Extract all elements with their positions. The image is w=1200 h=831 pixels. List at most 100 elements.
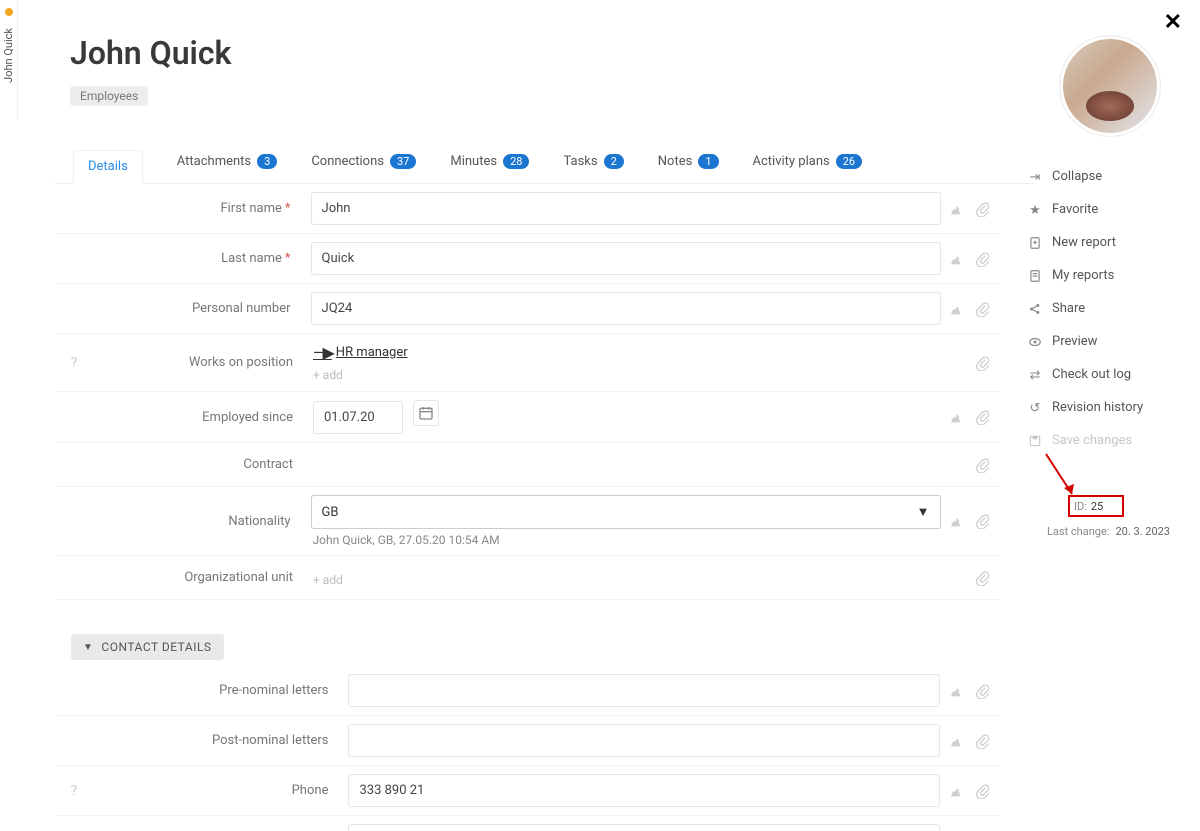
- history-icon[interactable]: [948, 733, 964, 749]
- row-first-name: First name*: [55, 184, 1000, 234]
- pre-nominal-input[interactable]: [348, 674, 940, 707]
- history-icon[interactable]: [948, 683, 964, 699]
- tab-label: Attachments: [177, 154, 251, 169]
- history-clock-icon: ↺: [1028, 401, 1042, 415]
- mobile-input[interactable]: [348, 824, 940, 831]
- post-nominal-input[interactable]: [348, 724, 940, 757]
- tab-attachments[interactable]: Attachments 3: [177, 150, 278, 183]
- tab-label: Activity plans: [753, 154, 830, 169]
- last-change-text: Last change: 20. 3. 2023: [1047, 525, 1170, 538]
- action-checkout-log[interactable]: ⇄Check out log: [1024, 358, 1184, 391]
- chevron-down-icon: ▼: [917, 504, 930, 520]
- add-org-unit-link[interactable]: + add: [313, 573, 343, 587]
- action-share[interactable]: Share: [1024, 292, 1184, 325]
- action-favorite[interactable]: ★Favorite: [1024, 193, 1184, 226]
- attachment-icon[interactable]: [974, 683, 990, 699]
- field-label: Nationality: [93, 514, 311, 529]
- tab-count-badge: 3: [257, 154, 277, 169]
- action-collapse[interactable]: ⇥Collapse: [1024, 160, 1184, 193]
- tab-notes[interactable]: Notes 1: [658, 150, 719, 183]
- attachment-icon[interactable]: [974, 457, 990, 473]
- row-pre-nominal: Pre-nominal letters: [55, 666, 1000, 716]
- nationality-value: GB: [322, 505, 339, 520]
- tab-connections[interactable]: Connections 37: [311, 150, 416, 183]
- tab-minutes[interactable]: Minutes 28: [450, 150, 529, 183]
- action-sidebar: ⇥Collapse ★Favorite New report My report…: [1024, 160, 1184, 457]
- row-phone: ? Phone: [55, 766, 1000, 816]
- personal-number-input[interactable]: [311, 292, 941, 325]
- checkout-icon: ⇄: [1028, 368, 1042, 382]
- field-label: Phone: [93, 783, 349, 798]
- tab-count-badge: 26: [836, 154, 862, 169]
- save-icon: [1028, 434, 1042, 448]
- field-label: Contract: [93, 457, 313, 472]
- attachment-icon[interactable]: [974, 409, 990, 425]
- action-revision-history[interactable]: ↺Revision history: [1024, 391, 1184, 424]
- help-icon[interactable]: ?: [55, 783, 93, 799]
- field-label: First name*: [93, 201, 311, 216]
- details-form: First name* Last name* Personal number ?…: [55, 184, 1000, 831]
- attachment-icon[interactable]: [974, 570, 990, 586]
- help-icon[interactable]: ?: [55, 355, 93, 371]
- side-record-label: John Quick: [2, 28, 15, 83]
- id-label: ID:: [1074, 500, 1087, 513]
- record-id-highlight: ID: 25: [1068, 495, 1124, 517]
- last-change-label: Last change:: [1047, 525, 1109, 538]
- history-icon[interactable]: [948, 301, 964, 317]
- field-label: Post-nominal letters: [93, 733, 349, 748]
- tab-label: Details: [88, 159, 128, 174]
- employed-since-input[interactable]: [313, 401, 403, 434]
- star-icon: ★: [1028, 203, 1042, 217]
- attachment-icon[interactable]: [974, 201, 990, 217]
- eye-icon: [1028, 335, 1042, 349]
- field-label: Pre-nominal letters: [93, 683, 349, 698]
- arrow-right-icon: ―▶: [313, 343, 332, 362]
- tab-label: Minutes: [450, 154, 497, 169]
- calendar-button[interactable]: [413, 400, 439, 426]
- row-personal-number: Personal number: [55, 284, 1000, 334]
- collapse-icon: ⇥: [1028, 170, 1042, 184]
- avatar[interactable]: [1060, 36, 1160, 136]
- nationality-select[interactable]: GB ▼: [311, 495, 941, 529]
- field-label: Employed since: [93, 410, 313, 425]
- field-label: Works on position: [93, 355, 313, 370]
- attachment-icon[interactable]: [974, 355, 990, 371]
- history-icon[interactable]: [948, 201, 964, 217]
- tab-label: Connections: [311, 154, 384, 169]
- action-my-reports[interactable]: My reports: [1024, 259, 1184, 292]
- side-record-dot: [5, 8, 13, 16]
- page-title: John Quick: [70, 34, 231, 72]
- first-name-input[interactable]: [311, 192, 941, 225]
- tab-details[interactable]: Details: [73, 150, 143, 184]
- share-icon: [1028, 302, 1042, 316]
- action-preview[interactable]: Preview: [1024, 325, 1184, 358]
- attachment-icon[interactable]: [974, 301, 990, 317]
- tab-label: Tasks: [563, 154, 597, 169]
- row-organizational-unit: Organizational unit + add: [55, 556, 1000, 600]
- row-employed-since: Employed since: [55, 392, 1000, 443]
- section-contact-details[interactable]: ▼ CONTACT DETAILS: [71, 634, 224, 660]
- last-name-input[interactable]: [311, 242, 941, 275]
- history-icon[interactable]: [948, 783, 964, 799]
- row-last-name: Last name*: [55, 234, 1000, 284]
- category-chip-employees[interactable]: Employees: [70, 86, 148, 106]
- phone-input[interactable]: [348, 774, 940, 807]
- attachment-icon[interactable]: [974, 251, 990, 267]
- position-link[interactable]: ―▶HR manager: [313, 343, 408, 362]
- history-icon[interactable]: [948, 409, 964, 425]
- field-label: Personal number: [93, 301, 311, 316]
- tab-activity-plans[interactable]: Activity plans 26: [753, 150, 863, 183]
- attachment-icon[interactable]: [974, 513, 990, 529]
- row-mobile: ? Mobile: [55, 816, 1000, 831]
- action-new-report[interactable]: New report: [1024, 226, 1184, 259]
- history-icon[interactable]: [948, 513, 964, 529]
- close-button[interactable]: ✕: [1164, 10, 1182, 35]
- collapse-triangle-icon: ▼: [83, 642, 93, 653]
- attachment-icon[interactable]: [974, 783, 990, 799]
- history-icon[interactable]: [948, 251, 964, 267]
- add-position-link[interactable]: + add: [313, 368, 343, 382]
- row-post-nominal: Post-nominal letters: [55, 716, 1000, 766]
- side-record-tab[interactable]: John Quick: [0, 0, 18, 120]
- attachment-icon[interactable]: [974, 733, 990, 749]
- tab-tasks[interactable]: Tasks 2: [563, 150, 623, 183]
